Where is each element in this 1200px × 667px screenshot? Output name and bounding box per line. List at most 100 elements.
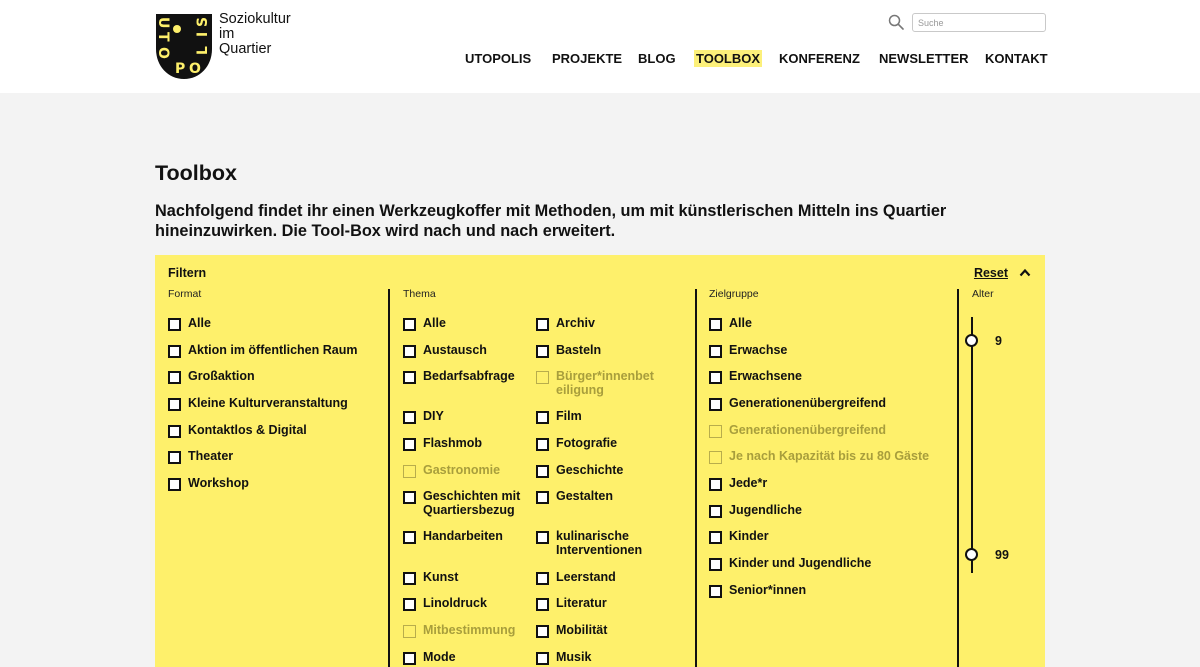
format-option-großaktion[interactable]: Großaktion: [168, 369, 255, 384]
age-slider-track[interactable]: [971, 317, 973, 573]
thema-option-basteln[interactable]: Basteln: [536, 343, 601, 358]
thema-option-geschichten-mit-quartiersbezug[interactable]: Geschichten mit Quartiersbezug: [403, 489, 520, 517]
thema-option-mode[interactable]: Mode: [403, 650, 456, 665]
checkbox[interactable]: [168, 425, 181, 438]
checkbox[interactable]: [168, 398, 181, 411]
thema-option-gestalten[interactable]: Gestalten: [536, 489, 613, 504]
thema-option-film[interactable]: Film: [536, 409, 582, 424]
checkbox[interactable]: [403, 411, 416, 424]
age-slider-min-handle[interactable]: [965, 334, 978, 347]
zielgruppe-option-generationenübergreifend[interactable]: Generationenübergreifend: [709, 396, 886, 411]
thema-option-musik[interactable]: Musik: [536, 650, 591, 665]
thema-option-mobilität[interactable]: Mobilität: [536, 623, 607, 638]
checkbox[interactable]: [168, 478, 181, 491]
thema-option-archiv[interactable]: Archiv: [536, 316, 595, 331]
format-option-kontaktlos-digital[interactable]: Kontaktlos & Digital: [168, 423, 307, 438]
checkbox[interactable]: [709, 345, 722, 358]
checkbox[interactable]: [709, 558, 722, 571]
nav-item-konferenz[interactable]: KONFERENZ: [779, 50, 860, 67]
option-label: kulinarische Interventionen: [556, 529, 643, 557]
thema-option-flashmob[interactable]: Flashmob: [403, 436, 482, 451]
checkbox: [403, 625, 416, 638]
thema-option-austausch[interactable]: Austausch: [403, 343, 487, 358]
checkbox[interactable]: [536, 318, 549, 331]
reset-link[interactable]: Reset: [974, 266, 1008, 280]
checkbox[interactable]: [536, 572, 549, 585]
checkbox[interactable]: [168, 451, 181, 464]
format-option-kleine-kulturveranstaltung[interactable]: Kleine Kulturveranstaltung: [168, 396, 348, 411]
thema-option-diy[interactable]: DIY: [403, 409, 444, 424]
checkbox[interactable]: [403, 598, 416, 611]
thema-label: Thema: [403, 288, 436, 300]
thema-option-linoldruck[interactable]: Linoldruck: [403, 596, 487, 611]
checkbox[interactable]: [709, 318, 722, 331]
checkbox[interactable]: [709, 531, 722, 544]
checkbox[interactable]: [403, 345, 416, 358]
nav-item-utopolis[interactable]: UTOPOLIS: [465, 50, 531, 67]
checkbox[interactable]: [536, 345, 549, 358]
checkbox[interactable]: [403, 572, 416, 585]
zielgruppe-option-erwachse[interactable]: Erwachse: [709, 343, 787, 358]
checkbox[interactable]: [709, 505, 722, 518]
thema-option-handarbeiten[interactable]: Handarbeiten: [403, 529, 503, 544]
svg-text:T: T: [155, 32, 171, 42]
checkbox: [709, 451, 722, 464]
checkbox[interactable]: [403, 371, 416, 384]
zielgruppe-option-jugendliche[interactable]: Jugendliche: [709, 503, 802, 518]
checkbox[interactable]: [536, 411, 549, 424]
checkbox[interactable]: [403, 531, 416, 544]
checkbox[interactable]: [403, 318, 416, 331]
checkbox[interactable]: [403, 491, 416, 504]
thema-option-bedarfsabfrage[interactable]: Bedarfsabfrage: [403, 369, 515, 384]
checkbox[interactable]: [536, 625, 549, 638]
checkbox[interactable]: [536, 652, 549, 665]
nav-item-newsletter[interactable]: NEWSLETTER: [879, 50, 969, 67]
checkbox: [403, 465, 416, 478]
checkbox[interactable]: [709, 398, 722, 411]
column-divider: [388, 289, 390, 667]
thema-option-fotografie[interactable]: Fotografie: [536, 436, 617, 451]
search-icon[interactable]: [888, 14, 904, 30]
checkbox[interactable]: [536, 598, 549, 611]
checkbox[interactable]: [168, 371, 181, 384]
format-option-workshop[interactable]: Workshop: [168, 476, 249, 491]
zielgruppe-option-kinder[interactable]: Kinder: [709, 529, 769, 544]
thema-option-kunst[interactable]: Kunst: [403, 570, 458, 585]
checkbox[interactable]: [709, 371, 722, 384]
nav-item-projekte[interactable]: PROJEKTE: [552, 50, 622, 67]
zielgruppe-option-kinder-und-jugendliche[interactable]: Kinder und Jugendliche: [709, 556, 871, 571]
checkbox[interactable]: [536, 531, 549, 544]
thema-option-gastronomie: Gastronomie: [403, 463, 500, 478]
checkbox[interactable]: [536, 465, 549, 478]
age-slider-max-handle[interactable]: [965, 548, 978, 561]
search-input[interactable]: [912, 13, 1046, 32]
checkbox[interactable]: [168, 318, 181, 331]
checkbox[interactable]: [403, 652, 416, 665]
checkbox[interactable]: [709, 478, 722, 491]
option-label: Generationenübergreifend: [729, 396, 886, 410]
format-option-alle[interactable]: Alle: [168, 316, 211, 331]
checkbox[interactable]: [536, 438, 549, 451]
thema-option-leerstand[interactable]: Leerstand: [536, 570, 616, 585]
option-label: Mode: [423, 650, 456, 664]
thema-option-geschichte[interactable]: Geschichte: [536, 463, 623, 478]
zielgruppe-option-erwachsene[interactable]: Erwachsene: [709, 369, 802, 384]
chevron-up-icon[interactable]: [1019, 268, 1031, 277]
checkbox[interactable]: [709, 585, 722, 598]
nav-item-kontakt[interactable]: KONTAKT: [985, 50, 1048, 67]
checkbox[interactable]: [168, 345, 181, 358]
format-option-theater[interactable]: Theater: [168, 449, 233, 464]
checkbox[interactable]: [403, 438, 416, 451]
thema-option-literatur[interactable]: Literatur: [536, 596, 607, 611]
utopolis-logo[interactable]: U T O P O L I S: [155, 13, 213, 80]
nav-item-toolbox[interactable]: TOOLBOX: [694, 50, 763, 67]
zielgruppe-option-jede-r[interactable]: Jede*r: [709, 476, 767, 491]
zielgruppe-option-senior-innen[interactable]: Senior*innen: [709, 583, 806, 598]
format-option-aktion-im-öffentlichen-raum[interactable]: Aktion im öffentlichen Raum: [168, 343, 357, 358]
thema-option-kulinarische-interventionen[interactable]: kulinarische Interventionen: [536, 529, 643, 557]
nav-item-blog[interactable]: BLOG: [638, 50, 676, 67]
checkbox[interactable]: [536, 491, 549, 504]
thema-option-alle[interactable]: Alle: [403, 316, 446, 331]
option-label: Handarbeiten: [423, 529, 503, 543]
zielgruppe-option-alle[interactable]: Alle: [709, 316, 752, 331]
